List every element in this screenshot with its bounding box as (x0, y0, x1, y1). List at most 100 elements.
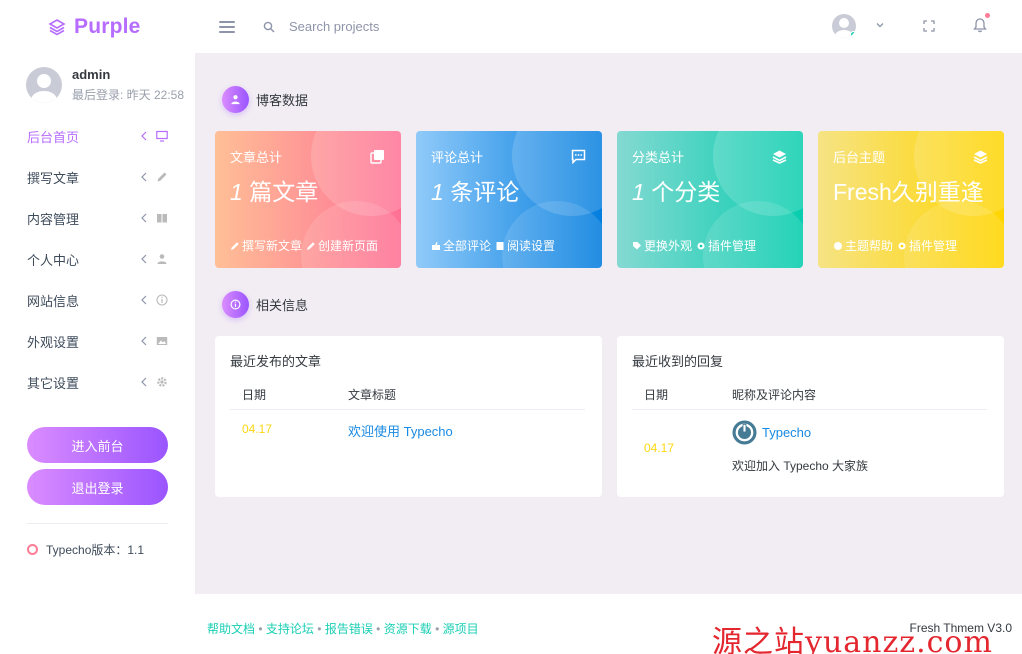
new-post-link[interactable]: 撰写新文章 (230, 237, 302, 254)
info-circle-icon (222, 291, 249, 318)
sidebar-item-appearance[interactable]: 外观设置 (0, 321, 195, 362)
recent-replies-panel: 最近收到的回复 日期 昵称及评论内容 04.17 Typecho 欢迎加入 Ty… (617, 336, 1004, 497)
book-icon (496, 241, 504, 250)
user-icon (157, 254, 167, 264)
menu-toggle-icon[interactable] (219, 20, 235, 33)
recent-posts-table: 日期 文章标题 04.17 欢迎使用 Typecho (230, 382, 585, 446)
typecho-logo-icon (732, 420, 757, 445)
card-label: 分类总计 (632, 150, 685, 165)
plugin-manage-link[interactable]: 插件管理 (897, 237, 957, 254)
sidebar-item-site-info[interactable]: 网站信息 (0, 280, 195, 321)
reply-content: 欢迎加入 Typecho 大家族 (732, 459, 869, 473)
sidebar-item-label: 外观设置 (27, 335, 80, 350)
bell-icon (973, 18, 987, 33)
card-value: 1 个分类 (632, 179, 721, 205)
last-login: 最后登录: 昨天 22:58 (72, 88, 185, 102)
tag-icon (633, 241, 641, 249)
reading-settings-link[interactable]: 阅读设置 (495, 237, 555, 254)
plugin-manage-link[interactable]: 插件管理 (696, 237, 756, 254)
notification-badge (985, 13, 990, 18)
online-status-dot (850, 31, 856, 38)
card-label: 文章总计 (230, 150, 283, 165)
chevron-left-icon (141, 131, 147, 141)
layers-icon (772, 150, 787, 164)
stat-card-theme: 后台主题 Fresh久别重逢 主题帮助 插件管理 (818, 131, 1004, 268)
user-silhouette-icon (31, 74, 57, 103)
card-value: 1 条评论 (431, 179, 520, 205)
stat-card-posts: 文章总计 1 篇文章 撰写新文章 创建新页面 (215, 131, 401, 268)
theme-help-link[interactable]: 主题帮助 (833, 237, 893, 254)
card-label: 评论总计 (431, 150, 484, 165)
image-icon (156, 337, 168, 345)
new-page-link[interactable]: 创建新页面 (306, 237, 378, 254)
circle-icon (834, 241, 842, 250)
footer-link-report[interactable]: 报告错误 (325, 622, 373, 636)
thumbs-up-icon (432, 241, 440, 250)
stat-card-categories: 分类总计 1 个分类 更换外观 插件管理 (617, 131, 803, 268)
sidebar-item-label: 撰写文章 (27, 171, 80, 186)
column-header: 昵称及评论内容 (732, 388, 817, 402)
sidebar-item-label: 内容管理 (27, 212, 80, 227)
post-title-link[interactable]: 欢迎使用 Typecho (348, 421, 453, 440)
fullscreen-icon[interactable] (923, 20, 935, 32)
user-avatar[interactable] (832, 14, 856, 38)
monitor-icon (156, 130, 168, 142)
column-header: 文章标题 (348, 388, 397, 402)
pencil-icon (307, 241, 315, 250)
notification-bell[interactable] (973, 13, 990, 33)
gear-icon (157, 377, 167, 387)
search-bar (263, 19, 589, 34)
panel-title: 最近收到的回复 (632, 354, 724, 369)
chevron-down-icon[interactable] (875, 20, 885, 30)
change-theme-link[interactable]: 更换外观 (632, 237, 692, 254)
sidebar-item-profile[interactable]: 个人中心 (0, 239, 195, 280)
pencil-icon (231, 241, 239, 250)
sidebar: admin 最后登录: 昨天 22:58 后台首页 撰写文章 内容管理 个人中心… (0, 53, 195, 654)
profile-avatar (26, 67, 62, 103)
sidebar-item-label: 后台首页 (27, 130, 80, 145)
sidebar-profile[interactable]: admin 最后登录: 昨天 22:58 (26, 67, 184, 103)
layers-icon (48, 18, 66, 35)
sidebar-item-label: 网站信息 (27, 294, 80, 309)
footer-link-forum[interactable]: 支持论坛 (266, 622, 314, 636)
recent-posts-panel: 最近发布的文章 日期 文章标题 04.17 欢迎使用 Typecho (215, 336, 602, 497)
chevron-left-icon (141, 254, 147, 264)
pencil-icon (157, 172, 167, 182)
column-header: 日期 (242, 388, 267, 402)
logout-button[interactable]: 退出登录 (27, 469, 168, 505)
table-row: 04.17 欢迎使用 Typecho (230, 410, 585, 446)
sidebar-item-dashboard[interactable]: 后台首页 (0, 116, 195, 157)
sidebar-item-write[interactable]: 撰写文章 (0, 157, 195, 198)
reply-author-link[interactable]: Typecho (762, 425, 811, 440)
version-info: Typecho版本：1.1 (27, 541, 144, 558)
card-value: 1 篇文章 (230, 179, 319, 205)
ring-icon (27, 544, 38, 555)
post-date: 04.17 (242, 422, 273, 436)
footer-link-download[interactable]: 资源下载 (384, 622, 432, 636)
brand-logo[interactable]: Purple (0, 0, 195, 53)
reply-author: Typecho (732, 420, 811, 445)
reply-date: 04.17 (644, 441, 675, 455)
all-comments-link[interactable]: 全部评论 (431, 237, 491, 254)
info-icon (156, 294, 168, 306)
panel-title: 最近发布的文章 (230, 354, 322, 369)
footer-link-help[interactable]: 帮助文档 (207, 622, 255, 636)
sidebar-divider (27, 523, 168, 524)
version-label: Typecho版本：1.1 (46, 543, 145, 557)
go-frontend-button[interactable]: 进入前台 (27, 427, 168, 463)
book-icon (157, 214, 167, 223)
brand-name: Purple (74, 14, 141, 38)
section-title: 相关信息 (256, 298, 309, 313)
card-label: 后台主题 (833, 150, 886, 165)
search-input[interactable] (289, 19, 589, 34)
recent-replies-table: 日期 昵称及评论内容 04.17 Typecho 欢迎加入 Typecho 大家… (632, 382, 987, 480)
comment-icon (571, 149, 586, 164)
sidebar-item-content[interactable]: 内容管理 (0, 198, 195, 239)
chevron-left-icon (141, 295, 147, 305)
sidebar-item-other-settings[interactable]: 其它设置 (0, 362, 195, 403)
footer-link-source[interactable]: 源项目 (443, 622, 479, 636)
sidebar-menu: 后台首页 撰写文章 内容管理 个人中心 网站信息 外观设置 其它设置 (0, 116, 195, 403)
stat-card-comments: 评论总计 1 条评论 全部评论 阅读设置 (416, 131, 602, 268)
table-row: 04.17 Typecho 欢迎加入 Typecho 大家族 (632, 410, 987, 480)
user-circle-icon (222, 86, 249, 113)
